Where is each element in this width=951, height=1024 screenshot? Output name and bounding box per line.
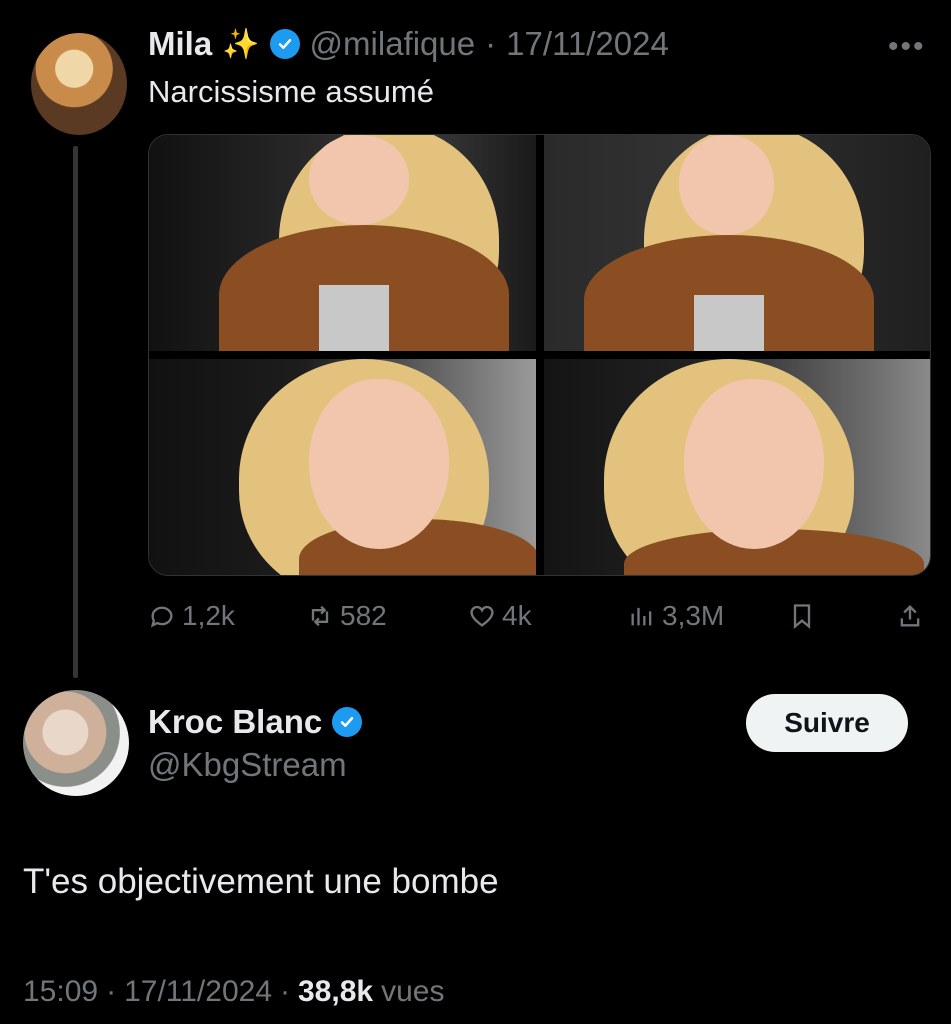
verified-badge-icon <box>269 29 300 59</box>
reply-views-count[interactable]: 38,8k <box>298 975 373 1009</box>
media-photo-4[interactable] <box>543 359 930 575</box>
repost-action[interactable]: 582 <box>306 596 387 636</box>
repost-count: 582 <box>340 600 387 631</box>
follow-button[interactable]: Suivre <box>746 694 908 752</box>
reply-icon <box>150 606 173 628</box>
reply-meta: 15:09 · 17/11/2024 · 38,8k vues <box>23 975 444 1009</box>
views-chart-icon <box>631 607 652 626</box>
like-count: 4k <box>502 600 532 631</box>
bookmark-icon <box>793 604 811 629</box>
tweet-action-bar: 1,2k 582 4k 3,3M <box>148 596 929 636</box>
tweet-date[interactable]: 17/11/2024 <box>506 25 669 63</box>
reply-date: 17/11/2024 <box>124 975 272 1008</box>
kroc-avatar[interactable] <box>23 690 129 796</box>
media-photo-2[interactable] <box>543 135 930 351</box>
author-name[interactable]: Mila <box>148 25 212 63</box>
reply-author-handle[interactable]: @KbgStream <box>148 746 347 784</box>
more-options-icon[interactable]: ••• <box>888 30 926 64</box>
tweet-text: Narcissisme assumé <box>148 74 434 109</box>
share-icon <box>900 605 920 627</box>
share-action[interactable] <box>896 596 924 636</box>
media-photo-1[interactable] <box>149 135 536 351</box>
media-photo-3[interactable] <box>149 359 536 575</box>
thread-connector <box>73 146 78 678</box>
reply-author-row: Kroc Blanc <box>148 703 363 741</box>
reply-time: 15:09 <box>23 975 99 1008</box>
repost-icon <box>311 605 329 627</box>
views-action[interactable]: 3,3M <box>628 596 724 636</box>
views-count: 3,3M <box>662 600 725 631</box>
like-action[interactable]: 4k <box>468 596 532 636</box>
reply-author-name[interactable]: Kroc Blanc <box>148 703 322 741</box>
heart-icon <box>470 605 494 627</box>
mila-avatar[interactable] <box>31 33 127 135</box>
separator-dot: · <box>485 25 497 62</box>
sparkle-emoji: ✨ <box>222 27 260 61</box>
separator-dot: · <box>106 975 117 1008</box>
reply-action[interactable]: 1,2k <box>148 596 235 636</box>
reply-count: 1,2k <box>182 600 235 631</box>
verified-badge-icon <box>332 707 363 737</box>
author-handle[interactable]: @milafique <box>310 25 476 63</box>
separator-dot: · <box>280 975 290 1008</box>
original-tweet-header: Mila ✨ @milafique · 17/11/2024 <box>148 22 669 66</box>
media-grid <box>148 134 931 576</box>
bookmark-action[interactable] <box>788 596 816 636</box>
reply-views-label: vues <box>381 975 445 1008</box>
reply-text: T'es objectivement une bombe <box>23 862 499 901</box>
